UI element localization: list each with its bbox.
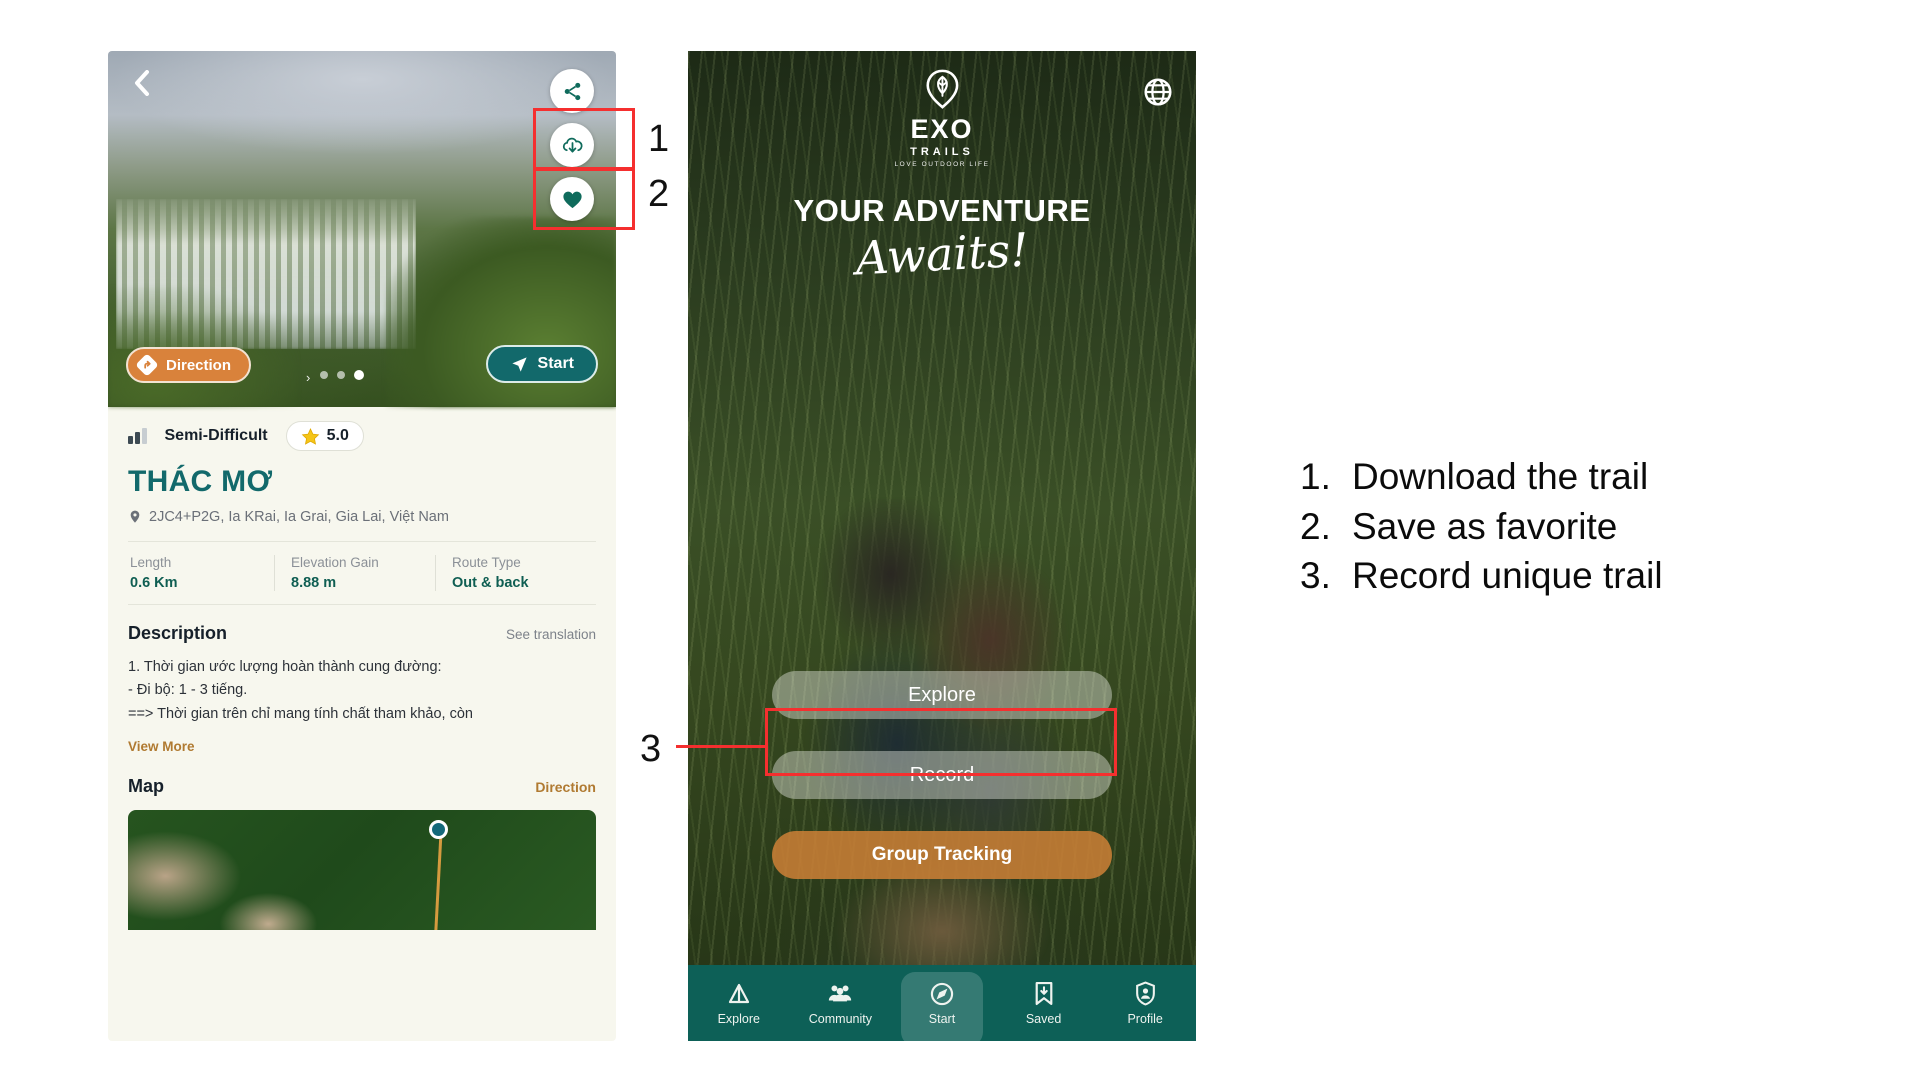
trail-detail-screen: Direction › Start Semi-Difficult 5.0 THÁ… [108, 51, 616, 1041]
trail-stats: Length 0.6 Km Elevation Gain 8.88 m Rout… [128, 541, 596, 605]
stat-value: Out & back [452, 575, 529, 591]
instruction-item: 1. Download the trail [1300, 452, 1663, 502]
trail-address-text: 2JC4+P2G, Ia KRai, Ia Grai, Gia Lai, Việ… [149, 508, 449, 525]
trail-address: 2JC4+P2G, Ia KRai, Ia Grai, Gia Lai, Việ… [128, 508, 596, 525]
stat-label: Route Type [452, 555, 521, 570]
navigate-icon [511, 356, 527, 372]
leaf-pin-icon [926, 69, 958, 109]
hikers-photo [792, 499, 1092, 969]
map-header: Map Direction [128, 776, 596, 797]
record-button[interactable]: Record [772, 751, 1112, 799]
carousel-next-icon[interactable]: › [306, 370, 310, 385]
favorite-button[interactable] [550, 177, 594, 221]
map-start-marker [428, 820, 448, 840]
carousel-dots[interactable] [320, 370, 364, 380]
location-pin-icon [130, 510, 140, 523]
bookmark-icon [993, 981, 1095, 1007]
tab-label: Explore [717, 1011, 760, 1026]
direction-button[interactable]: Direction [126, 347, 252, 383]
stat-elevation-gain: Elevation Gain 8.88 m [274, 555, 435, 591]
description-body: 1. Thời gian ước lượng hoàn thành cung đ… [128, 656, 596, 726]
instruction-number: 1. [1300, 456, 1331, 497]
instruction-item: 2. Save as favorite [1300, 502, 1663, 552]
view-more-link[interactable]: View More [128, 739, 596, 754]
globe-icon [1144, 78, 1172, 106]
download-button[interactable] [550, 123, 594, 167]
group-tracking-button[interactable]: Group Tracking [772, 831, 1112, 879]
stat-length: Length 0.6 Km [128, 555, 274, 591]
page-title: THÁC MƠ [128, 465, 273, 498]
tab-explore[interactable]: Explore [688, 981, 790, 1026]
description-header: Description See translation [128, 623, 596, 644]
start-button[interactable]: Start [485, 345, 598, 383]
description-line: 1. Thời gian ước lượng hoàn thành cung đ… [128, 659, 442, 675]
instruction-text: Save as favorite [1352, 505, 1618, 547]
share-icon [564, 82, 580, 100]
direction-icon [136, 354, 158, 376]
trail-hero-image: Direction › Start [108, 51, 616, 407]
heart-icon [562, 191, 582, 208]
stat-label: Length [130, 555, 172, 570]
stat-label: Elevation Gain [291, 555, 379, 570]
description-title: Description [128, 623, 228, 643]
instruction-list: 1. Download the trail 2. Save as favorit… [1300, 452, 1663, 601]
difficulty-bars-icon [128, 428, 147, 444]
tab-label: Profile [1127, 1011, 1163, 1026]
difficulty-label: Semi-Difficult [164, 427, 268, 444]
tab-label: Start [928, 1011, 956, 1026]
description-line: ==> Thời gian trên chỉ mang tính chất th… [128, 705, 473, 722]
logo-name: EXO [910, 114, 974, 144]
stat-route-type: Route Type Out & back [435, 555, 596, 591]
annotation-leader-line-3 [676, 745, 768, 748]
carousel-dot-active[interactable] [354, 370, 364, 380]
annotation-marker-1: 1 [648, 118, 670, 160]
map-preview[interactable] [128, 810, 596, 931]
logo-tagline: LOVE OUTDOOR LIFE [894, 161, 990, 168]
instruction-number: 2. [1300, 505, 1331, 547]
shield-user-icon [1094, 981, 1196, 1007]
logo-sub: TRAILS [910, 146, 974, 158]
instruction-text: Download the trail [1352, 456, 1649, 497]
back-button[interactable] [122, 63, 162, 103]
explore-button[interactable]: Explore [772, 671, 1112, 719]
instruction-text: Record unique trail [1352, 555, 1663, 597]
tab-saved[interactable]: Saved [993, 981, 1095, 1026]
instruction-item: 3. Record unique trail [1300, 551, 1663, 601]
people-icon [790, 981, 892, 1007]
tab-label: Saved [1025, 1011, 1062, 1026]
tab-start[interactable]: Start [891, 971, 993, 1041]
star-icon [301, 427, 319, 445]
rating-value: 5.0 [326, 427, 349, 444]
instruction-number: 3. [1300, 555, 1331, 597]
screenshot-canvas: Direction › Start Semi-Difficult 5.0 THÁ… [0, 0, 1920, 1080]
home-screen: EXO TRAILS LOVE OUTDOOR LIFE YOUR ADVENT… [688, 51, 1196, 1041]
carousel-dot[interactable] [337, 371, 345, 379]
difficulty-row: Semi-Difficult 5.0 [128, 421, 596, 451]
map-direction-link[interactable]: Direction [535, 779, 596, 795]
tent-icon [688, 981, 790, 1007]
carousel-dot[interactable] [320, 371, 328, 379]
annotation-marker-2: 2 [648, 173, 670, 215]
see-translation-link[interactable]: See translation [506, 627, 596, 642]
trail-info: Semi-Difficult 5.0 THÁC MƠ 2JC4+P2G, Ia … [108, 407, 616, 525]
start-button-label: Start [537, 355, 574, 372]
tab-community[interactable]: Community [790, 981, 892, 1026]
stat-value: 8.88 m [291, 575, 337, 591]
stat-value: 0.6 Km [130, 575, 178, 591]
share-button[interactable] [550, 69, 594, 113]
map-title: Map [128, 776, 164, 797]
rating-badge: 5.0 [285, 421, 364, 451]
direction-button-label: Direction [166, 356, 232, 374]
annotation-marker-3: 3 [640, 728, 662, 770]
tab-profile[interactable]: Profile [1094, 981, 1196, 1026]
map-route-line [434, 828, 443, 931]
cloud-download-icon [562, 137, 582, 153]
chevron-left-icon [135, 70, 149, 96]
tab-label: Community [808, 1011, 872, 1026]
compass-icon [891, 981, 993, 1007]
description-line: - Đi bộ: 1 - 3 tiếng. [128, 682, 248, 699]
language-button[interactable] [1142, 76, 1174, 108]
bottom-navigation: Explore Community Start Saved Profile [688, 965, 1196, 1041]
app-logo: EXO TRAILS LOVE OUTDOOR LIFE [894, 69, 989, 168]
